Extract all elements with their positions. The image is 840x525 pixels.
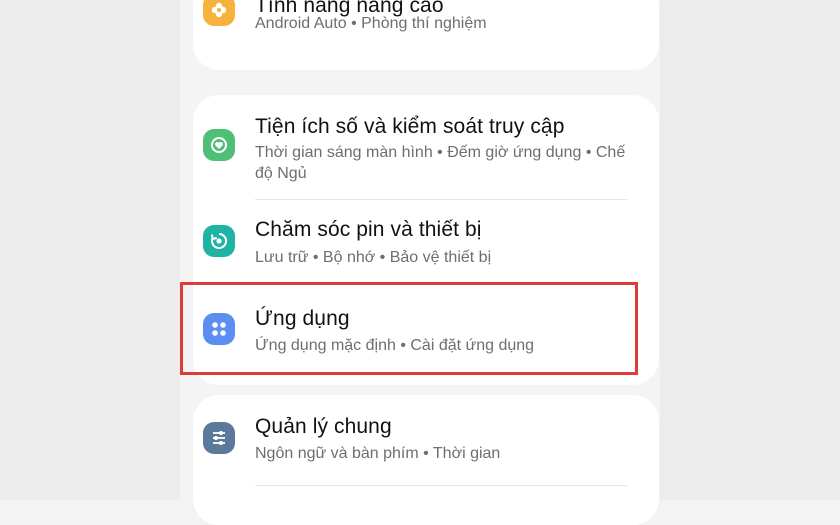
- item-subtitle: Lưu trữ • Bộ nhớ • Bảo vệ thiết bị: [255, 249, 492, 266]
- general-management-icon: [203, 422, 235, 454]
- settings-item-device-care[interactable]: Chăm sóc pin và thiết bị Lưu trữ • Bộ nh…: [193, 215, 659, 285]
- divider: [255, 485, 627, 486]
- left-margin: [0, 0, 180, 500]
- divider: [255, 199, 627, 200]
- settings-item-digital-wellbeing[interactable]: Tiện ích số và kiểm soát truy cập Thời g…: [193, 115, 659, 205]
- item-title: Tiện ích số và kiểm soát truy cập: [255, 115, 565, 138]
- digital-wellbeing-icon: [203, 129, 235, 161]
- item-subtitle: Android Auto • Phòng thí nghiệm: [255, 15, 487, 32]
- settings-card-advanced: Tính năng nâng cao Android Auto • Phòng …: [193, 0, 659, 70]
- item-title: Quản lý chung: [255, 415, 392, 438]
- right-margin: [660, 0, 840, 500]
- item-subtitle: Ngôn ngữ và bàn phím • Thời gian: [255, 445, 501, 462]
- settings-item-advanced-features[interactable]: Tính năng nâng cao Android Auto • Phòng …: [193, 0, 659, 70]
- settings-item-general-management[interactable]: Quản lý chung Ngôn ngữ và bàn phím • Thờ…: [193, 413, 659, 483]
- item-subtitle: Thời gian sáng màn hình • Đếm giờ ứng dụ…: [255, 144, 626, 182]
- highlight-box: [180, 282, 638, 375]
- settings-card-general: Quản lý chung Ngôn ngữ và bàn phím • Thờ…: [193, 395, 659, 525]
- advanced-features-icon: [203, 0, 235, 26]
- device-care-icon: [203, 225, 235, 257]
- item-title: Chăm sóc pin và thiết bị: [255, 218, 482, 241]
